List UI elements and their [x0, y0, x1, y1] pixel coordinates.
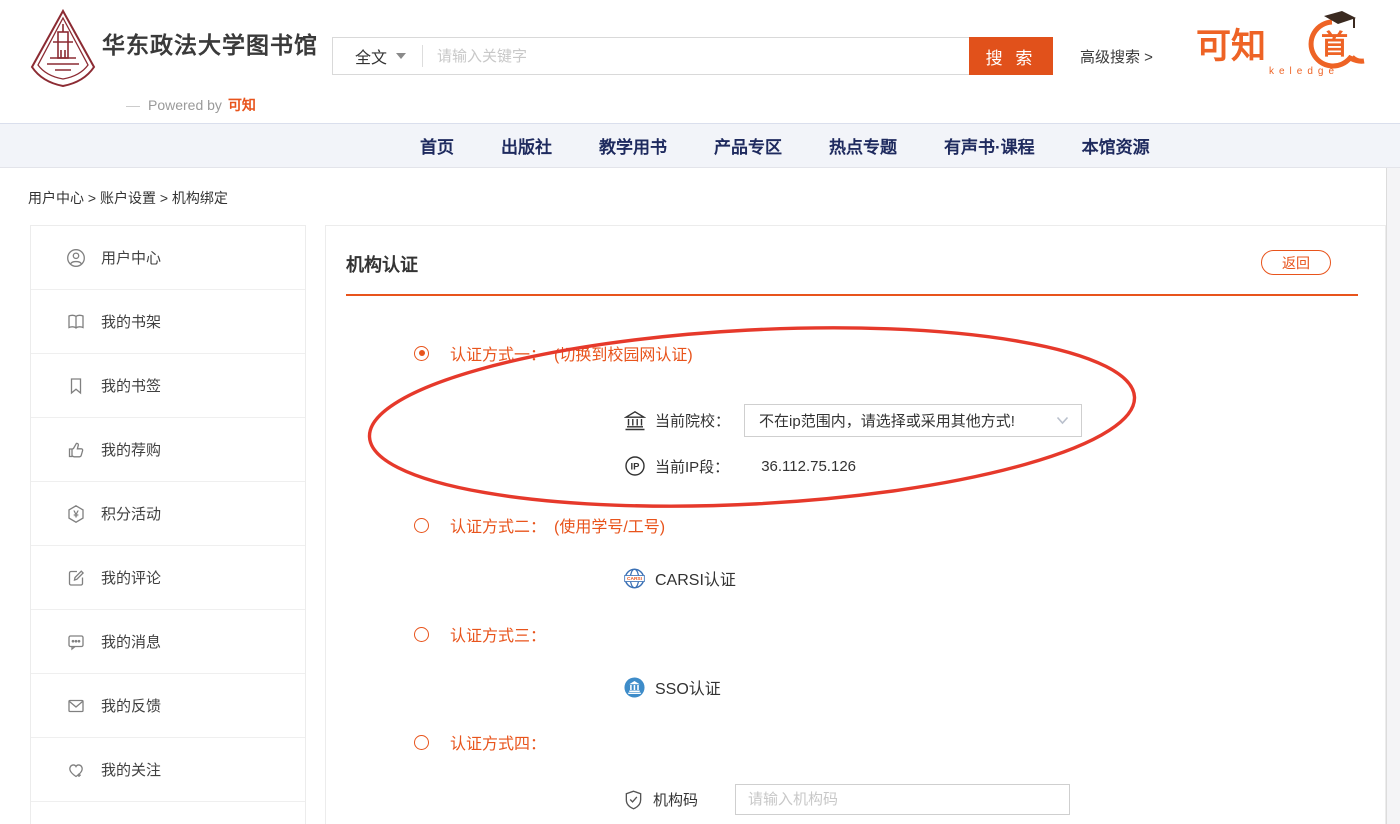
radio-auth-method-1[interactable] [414, 346, 429, 361]
search-field-wrap: 全文 [332, 37, 969, 75]
keledge-logo: 可知 首 keledge [1196, 10, 1366, 93]
edit-comment-icon [66, 568, 86, 588]
sidebar-item-label: 我的书架 [101, 311, 161, 332]
title-divider [346, 294, 1358, 296]
radio-auth-method-2[interactable] [414, 518, 429, 533]
nav-item-publishers[interactable]: 出版社 [501, 133, 552, 158]
bookmark-icon [66, 376, 86, 396]
current-school-row: 当前院校： 不在ip范围内，请选择或采用其他方式! [624, 404, 1082, 437]
keledge-dao-glyph: 首 [1311, 11, 1364, 66]
powered-by-text: Powered by [148, 97, 222, 113]
university-logo [28, 8, 98, 101]
search-button[interactable]: 搜 索 [969, 37, 1053, 75]
sidebar-item-my-bookshelf[interactable]: 我的书架 [31, 290, 305, 354]
sidebar-item-label: 我的关注 [101, 759, 161, 780]
carsi-globe-icon: CARSI [623, 567, 646, 590]
powered-brand: 可知 [228, 97, 256, 113]
back-button[interactable]: 返回 [1261, 250, 1331, 275]
current-school-value: 不在ip范围内，请选择或采用其他方式! [759, 410, 1056, 431]
auth-method-1-hint: (切换到校园网认证) [554, 341, 693, 365]
auth-method-1-label: 认证方式一： [450, 341, 546, 365]
nav-item-textbooks[interactable]: 教学用书 [599, 133, 667, 158]
current-ip-value: 36.112.75.126 [761, 458, 856, 475]
nav-item-hot-topics[interactable]: 热点专题 [829, 133, 897, 158]
institution-bank-icon [624, 410, 646, 432]
sidebar-item-label: 积分活动 [101, 503, 161, 524]
org-code-label: 机构码 [653, 789, 698, 810]
sidebar-item-my-feedback[interactable]: 我的反馈 [31, 674, 305, 738]
points-yen-icon: ¥ [66, 504, 86, 524]
carsi-auth-label: CARSI认证 [655, 566, 736, 590]
sidebar-item-my-recommendations[interactable]: 我的荐购 [31, 418, 305, 482]
auth-method-2-label: 认证方式二： [450, 513, 546, 537]
svg-text:首: 首 [1321, 29, 1348, 60]
chevron-down-icon [1056, 416, 1069, 425]
auth-method-4-label: 认证方式四： [450, 730, 546, 754]
sso-icon [623, 676, 646, 699]
sidebar-item-label: 我的荐购 [101, 439, 161, 460]
carsi-auth-row[interactable]: CARSI CARSI认证 [623, 565, 736, 591]
sidebar: 用户中心 我的书架 我的书签 我的荐购 ¥ 积分活动 我的评论 我的消息 我的反 [30, 225, 306, 824]
sidebar-item-my-comments[interactable]: 我的评论 [31, 546, 305, 610]
page-title: 机构认证 [346, 251, 418, 277]
sidebar-item-label: 用户中心 [101, 247, 161, 268]
sidebar-item-label: 我的书签 [101, 375, 161, 396]
sso-auth-row[interactable]: SSO认证 [623, 674, 721, 700]
current-school-label: 当前院校： [655, 410, 730, 431]
message-bubble-icon [66, 632, 86, 652]
open-book-icon [66, 312, 86, 332]
auth-method-3-label: 认证方式三： [450, 622, 546, 646]
envelope-icon [66, 696, 86, 716]
org-code-row: 机构码 [623, 784, 1070, 815]
main-nav: 首页 出版社 教学用书 产品专区 热点专题 有声书·课程 本馆资源 [0, 123, 1400, 168]
institution-auth-panel: 机构认证 返回 认证方式一： (切换到校园网认证) 当前院校： 不在ip范围内，… [325, 225, 1386, 824]
radio-auth-method-4[interactable] [414, 735, 429, 750]
sidebar-item-label: 我的评论 [101, 567, 161, 588]
org-code-input[interactable] [735, 784, 1070, 815]
auth-method-2-row: 认证方式二： (使用学号/工号) [414, 514, 665, 536]
keledge-logo-text: 可知 [1196, 27, 1266, 66]
breadcrumb: 用户中心 > 账户设置 > 机构绑定 [28, 188, 228, 208]
sidebar-item-my-messages[interactable]: 我的消息 [31, 610, 305, 674]
dash-decoration: — [126, 97, 140, 113]
sidebar-item-points-activity[interactable]: ¥ 积分活动 [31, 482, 305, 546]
shield-check-icon [623, 789, 644, 811]
scrollbar-track[interactable] [1386, 168, 1400, 824]
chevron-down-icon [396, 53, 406, 59]
auth-method-3-row: 认证方式三： [414, 623, 554, 645]
thumbs-up-icon [66, 440, 86, 460]
nav-item-audiobooks-courses[interactable]: 有声书·课程 [944, 133, 1035, 158]
search-scope-select[interactable]: 全文 [333, 44, 422, 68]
auth-method-4-row: 认证方式四： [414, 731, 554, 753]
page: 华东政法大学图书馆 — Powered by 可知 全文 搜 索 高级搜索 > 可知… [0, 0, 1400, 824]
auth-method-1-row: 认证方式一： (切换到校园网认证) [414, 342, 693, 364]
svg-text:CARSI: CARSI [627, 576, 643, 582]
nav-item-home[interactable]: 首页 [420, 133, 454, 158]
sidebar-item-user-center[interactable]: 用户中心 [31, 226, 305, 290]
heart-plus-icon [66, 760, 86, 780]
search-bar: 全文 搜 索 [332, 37, 1053, 75]
search-input[interactable] [423, 48, 969, 65]
sidebar-item-my-bookmarks[interactable]: 我的书签 [31, 354, 305, 418]
current-school-select[interactable]: 不在ip范围内，请选择或采用其他方式! [744, 404, 1082, 437]
ip-icon: IP [624, 455, 646, 477]
svg-text:keledge: keledge [1269, 66, 1339, 77]
powered-by: — Powered by 可知 [126, 95, 256, 115]
sso-auth-label: SSO认证 [655, 675, 721, 699]
svg-text:IP: IP [631, 462, 641, 473]
sidebar-item-label: 我的反馈 [101, 695, 161, 716]
current-ip-label: 当前IP段： [655, 456, 729, 477]
radio-auth-method-3[interactable] [414, 627, 429, 642]
svg-text:¥: ¥ [73, 509, 79, 520]
sidebar-item-label: 我的消息 [101, 631, 161, 652]
site-title: 华东政法大学图书馆 [102, 26, 318, 60]
sidebar-item-my-follows[interactable]: 我的关注 [31, 738, 305, 802]
current-ip-row: IP 当前IP段： 36.112.75.126 [624, 453, 856, 479]
auth-method-2-hint: (使用学号/工号) [554, 513, 665, 537]
advanced-search-link[interactable]: 高级搜索 > [1080, 46, 1153, 67]
nav-item-product-zone[interactable]: 产品专区 [714, 133, 782, 158]
search-scope-value: 全文 [355, 44, 387, 68]
user-icon [66, 248, 86, 268]
nav-item-library-resources[interactable]: 本馆资源 [1082, 133, 1150, 158]
